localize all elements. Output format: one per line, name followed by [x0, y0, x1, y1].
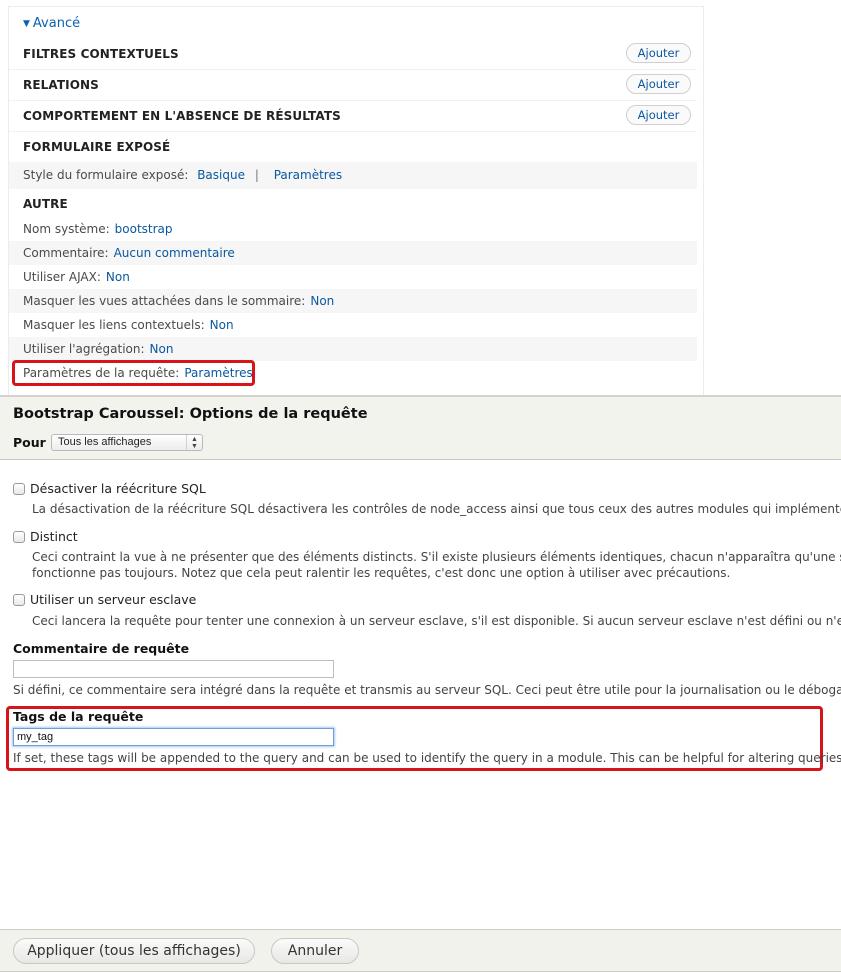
- checkbox-label: Distinct: [30, 529, 78, 544]
- setting-link[interactable]: Aucun commentaire: [114, 246, 235, 260]
- exposed-form-style-row: Style du formulaire exposé: Basique | Pa…: [9, 162, 697, 189]
- section-title: FORMULAIRE EXPOSÉ: [23, 140, 171, 154]
- setting-label: Utiliser AJAX:: [23, 270, 101, 284]
- section-other: AUTRE: [9, 189, 697, 220]
- section-relations: RELATIONS Ajouter: [9, 70, 697, 101]
- setting-link[interactable]: Non: [106, 270, 130, 284]
- setting-row-ajax: Utiliser AJAX: Non: [9, 265, 697, 289]
- modal-footer: Appliquer (tous les affichages) Annuler: [0, 929, 841, 972]
- separator: |: [254, 168, 259, 182]
- section-no-results: COMPORTEMENT EN L'ABSENCE DE RÉSULTATS A…: [9, 101, 697, 132]
- exposed-form-style-link[interactable]: Basique: [197, 168, 245, 182]
- query-comment-label: Commentaire de requête: [13, 641, 190, 656]
- select-arrows-icon: ▲ ▼: [186, 435, 202, 450]
- setting-label: Masquer les vues attachées dans le somma…: [23, 294, 306, 308]
- checkbox-label: Désactiver la réécriture SQL: [30, 481, 206, 496]
- checkbox-description: La désactivation de la réécriture SQL dé…: [32, 502, 841, 516]
- checkbox-label: Utiliser un serveur esclave: [30, 592, 197, 607]
- query-tags-label: Tags de la requête: [13, 709, 144, 724]
- triangle-down-icon: ▼: [23, 19, 30, 29]
- advanced-toggle[interactable]: ▼ Avancé: [23, 16, 80, 31]
- checkbox-description: fonctionne pas toujours. Notez que cela …: [32, 566, 731, 580]
- setting-link[interactable]: bootstrap: [115, 222, 173, 236]
- setting-label: Style du formulaire exposé:: [23, 168, 189, 182]
- add-no-results-button[interactable]: Ajouter: [626, 105, 691, 125]
- query-comment-help: Si défini, ce commentaire sera intégré d…: [13, 683, 841, 697]
- setting-label: Commentaire:: [23, 246, 109, 260]
- checkbox-description: Ceci lancera la requête pour tenter une …: [32, 614, 841, 628]
- for-label: Pour: [13, 435, 46, 450]
- highlight-box-query-settings: [12, 360, 255, 386]
- setting-label: Nom système:: [23, 222, 110, 236]
- section-title: AUTRE: [23, 197, 68, 211]
- setting-link[interactable]: Non: [310, 294, 334, 308]
- setting-row-machine-name: Nom système: bootstrap: [9, 217, 697, 241]
- checkbox-use-slave-server[interactable]: Utiliser un serveur esclave: [13, 592, 196, 607]
- query-tags-help: If set, these tags will be appended to t…: [13, 751, 841, 765]
- setting-link[interactable]: Non: [150, 342, 174, 356]
- checkbox[interactable]: [13, 482, 25, 495]
- checkbox-distinct[interactable]: Distinct: [13, 529, 78, 544]
- add-contextual-filter-button[interactable]: Ajouter: [626, 43, 691, 63]
- setting-link[interactable]: Non: [210, 318, 234, 332]
- setting-row-aggregation: Utiliser l'agrégation: Non: [9, 337, 697, 361]
- add-relation-button[interactable]: Ajouter: [626, 74, 691, 94]
- setting-row-hide-contextual-links: Masquer les liens contextuels: Non: [9, 313, 697, 337]
- query-comment-input[interactable]: [13, 660, 334, 678]
- checkbox[interactable]: [13, 530, 25, 543]
- section-title: FILTRES CONTEXTUELS: [23, 47, 179, 61]
- checkbox-description: Ceci contraint la vue à ne présenter que…: [32, 550, 841, 564]
- query-tags-input[interactable]: [13, 728, 334, 746]
- setting-label: Masquer les liens contextuels:: [23, 318, 205, 332]
- exposed-form-settings-link[interactable]: Paramètres: [274, 168, 342, 182]
- section-contextual-filters: FILTRES CONTEXTUELS Ajouter: [9, 39, 697, 70]
- setting-label: Utiliser l'agrégation:: [23, 342, 145, 356]
- modal-header: Bootstrap Caroussel: Options de la requê…: [0, 395, 841, 460]
- apply-all-displays-button[interactable]: Appliquer (tous les affichages): [13, 938, 255, 964]
- checkbox[interactable]: [13, 593, 25, 606]
- setting-row-hide-attachments: Masquer les vues attachées dans le somma…: [9, 289, 697, 313]
- section-exposed-form: FORMULAIRE EXPOSÉ: [9, 132, 697, 163]
- section-title: RELATIONS: [23, 78, 99, 92]
- for-displays-select[interactable]: Tous les affichages ▲ ▼: [51, 434, 203, 451]
- checkbox-disable-sql-rewrite[interactable]: Désactiver la réécriture SQL: [13, 481, 206, 496]
- views-advanced-panel: ▼ Avancé FILTRES CONTEXTUELS Ajouter RELA…: [8, 6, 704, 396]
- setting-row-comment: Commentaire: Aucun commentaire: [9, 241, 697, 265]
- cancel-button[interactable]: Annuler: [271, 938, 359, 964]
- section-title: COMPORTEMENT EN L'ABSENCE DE RÉSULTATS: [23, 109, 341, 123]
- modal-title: Bootstrap Caroussel: Options de la requê…: [13, 406, 368, 422]
